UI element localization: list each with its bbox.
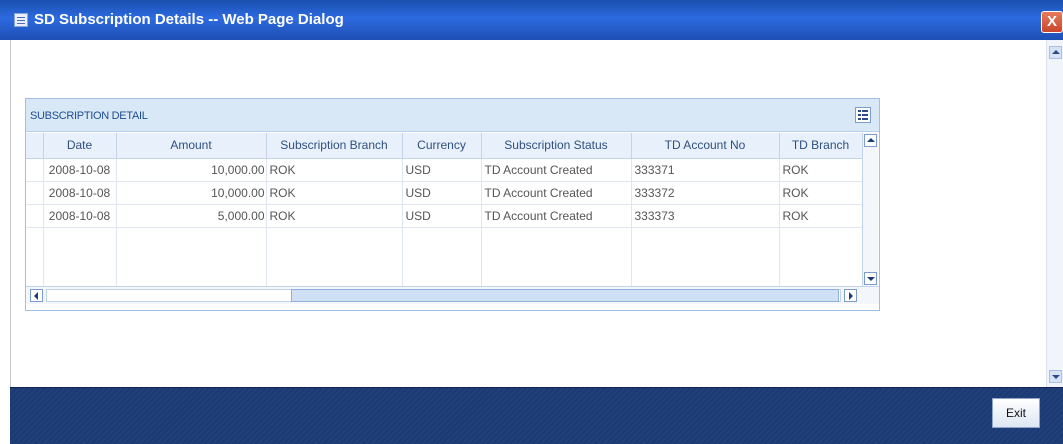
page-scrollbar[interactable] xyxy=(1046,40,1063,387)
column-header-td-account-no[interactable]: TD Account No xyxy=(631,133,780,159)
grid-view-icon[interactable] xyxy=(855,107,871,123)
cell-subscription-status: TD Account Created xyxy=(481,158,632,182)
cell-subscription-status: TD Account Created xyxy=(481,181,632,205)
subscription-table: Date Amount Subscription Branch Currency… xyxy=(26,133,863,287)
table-scroll-left-icon[interactable] xyxy=(30,289,43,302)
cell-date: 2008-10-08 xyxy=(43,158,117,182)
cell-currency: USD xyxy=(402,181,482,205)
cell-td-branch: ROK xyxy=(779,158,863,182)
column-header-currency[interactable]: Currency xyxy=(402,133,482,159)
cell-td-branch: ROK xyxy=(779,181,863,205)
scroll-down-arrow-icon[interactable] xyxy=(1049,370,1062,383)
table-row[interactable]: 2008-10-08 10,000.00 ROK USD TD Account … xyxy=(26,158,863,182)
column-header-date[interactable]: Date xyxy=(43,133,117,159)
column-header-td-branch[interactable]: TD Branch xyxy=(779,133,863,159)
dialog-footer xyxy=(10,387,1063,444)
close-button[interactable]: X xyxy=(1041,11,1063,33)
dialog-icon xyxy=(14,13,28,27)
window-title: SD Subscription Details -- Web Page Dial… xyxy=(34,11,344,28)
cell-subscription-branch: ROK xyxy=(266,181,403,205)
title-bar: SD Subscription Details -- Web Page Dial… xyxy=(0,0,1063,40)
row-selector-header xyxy=(26,133,44,159)
scroll-up-arrow-icon[interactable] xyxy=(1049,46,1062,59)
empty-row xyxy=(26,227,863,287)
cell-td-account-no: 333373 xyxy=(631,204,780,228)
cell-td-account-no: 333372 xyxy=(631,181,780,205)
column-header-amount[interactable]: Amount xyxy=(116,133,267,159)
cell-currency: USD xyxy=(402,158,482,182)
row-selector[interactable] xyxy=(26,181,44,205)
cell-subscription-status: TD Account Created xyxy=(481,204,632,228)
table-scroll-down-icon[interactable] xyxy=(864,272,877,285)
cell-currency: USD xyxy=(402,204,482,228)
table-horizontal-scrollbar[interactable] xyxy=(26,286,879,304)
cell-amount: 10,000.00 xyxy=(116,181,267,205)
panel-title: SUBSCRIPTION DETAIL xyxy=(30,110,148,122)
cell-amount: 10,000.00 xyxy=(116,158,267,182)
cell-subscription-branch: ROK xyxy=(266,158,403,182)
table-row[interactable]: 2008-10-08 5,000.00 ROK USD TD Account C… xyxy=(26,204,863,228)
row-selector[interactable] xyxy=(26,158,44,182)
cell-date: 2008-10-08 xyxy=(43,204,117,228)
scroll-thumb[interactable] xyxy=(291,289,839,302)
cell-td-branch: ROK xyxy=(779,204,863,228)
panel-header: SUBSCRIPTION DETAIL xyxy=(26,99,879,132)
subscription-detail-panel: SUBSCRIPTION DETAIL Date Amount Subscrip… xyxy=(25,98,880,311)
column-header-subscription-branch[interactable]: Subscription Branch xyxy=(266,133,403,159)
cell-date: 2008-10-08 xyxy=(43,181,117,205)
table-row[interactable]: 2008-10-08 10,000.00 ROK USD TD Account … xyxy=(26,181,863,205)
cell-subscription-branch: ROK xyxy=(266,204,403,228)
table-header-row: Date Amount Subscription Branch Currency… xyxy=(26,133,863,159)
cell-td-account-no: 333371 xyxy=(631,158,780,182)
cell-amount: 5,000.00 xyxy=(116,204,267,228)
table-vertical-scrollbar[interactable] xyxy=(862,133,878,286)
column-header-subscription-status[interactable]: Subscription Status xyxy=(481,133,632,159)
table-scroll-up-icon[interactable] xyxy=(864,134,877,147)
row-selector[interactable] xyxy=(26,204,44,228)
exit-button[interactable]: Exit xyxy=(992,398,1040,428)
table-scroll-right-icon[interactable] xyxy=(844,289,857,302)
